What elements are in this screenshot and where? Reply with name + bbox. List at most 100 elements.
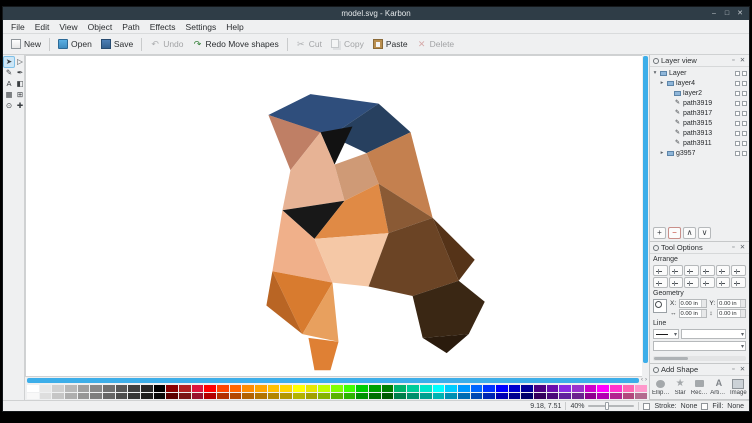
color-swatch[interactable] <box>128 385 140 392</box>
edit-shapes-tool[interactable]: ▷ <box>15 57 25 67</box>
align-hcenter-button[interactable] <box>669 265 684 276</box>
color-swatch[interactable] <box>293 385 305 392</box>
pencil-tool[interactable]: ✎ <box>4 68 14 78</box>
color-swatch[interactable] <box>78 393 90 400</box>
color-swatch[interactable] <box>293 393 305 400</box>
color-swatch[interactable] <box>356 385 368 392</box>
color-swatch[interactable] <box>230 393 242 400</box>
canvas-drawing[interactable] <box>26 56 642 376</box>
color-swatch[interactable] <box>483 385 495 392</box>
x-position-spinbox[interactable]: 0.00 in <box>679 299 708 308</box>
color-swatch[interactable] <box>166 385 178 392</box>
select-tool[interactable]: ➤ <box>4 57 14 67</box>
layer-tree-item[interactable]: ▾Layer <box>650 68 749 78</box>
color-swatch[interactable] <box>623 393 635 400</box>
color-swatch[interactable] <box>635 393 647 400</box>
layer-tree-item[interactable]: ✎path3917 <box>650 108 749 118</box>
color-swatch[interactable] <box>344 385 356 392</box>
expander-icon[interactable]: ▾ <box>652 70 658 76</box>
open-folder-button[interactable]: Open <box>54 37 96 51</box>
color-swatch[interactable] <box>382 385 394 392</box>
color-swatch[interactable] <box>394 393 406 400</box>
lock-toggle[interactable] <box>742 71 747 76</box>
pattern-tool[interactable]: ▦ <box>4 90 14 100</box>
distribute-hcenter-button[interactable] <box>669 277 684 288</box>
color-swatch[interactable] <box>433 385 445 392</box>
color-swatch[interactable] <box>496 393 508 400</box>
height-spinbox[interactable]: 0.00 in <box>717 309 746 318</box>
raise-layer-button[interactable]: ∧ <box>683 227 696 239</box>
new-document-button[interactable]: New <box>7 37 45 51</box>
color-swatch[interactable] <box>356 393 368 400</box>
color-swatch[interactable] <box>509 393 521 400</box>
lock-toggle[interactable] <box>742 121 747 126</box>
layer-tree-item[interactable]: ▸layer4 <box>650 78 749 88</box>
gradient-tool[interactable]: ◧ <box>15 79 25 89</box>
color-swatch[interactable] <box>192 393 204 400</box>
color-swatch[interactable] <box>40 393 52 400</box>
menu-settings[interactable]: Settings <box>181 20 222 34</box>
color-swatch[interactable] <box>255 393 267 400</box>
lock-toggle[interactable] <box>742 111 747 116</box>
visibility-toggle[interactable] <box>735 151 740 156</box>
color-swatch[interactable] <box>458 385 470 392</box>
float-panel-icon[interactable]: ▫ <box>730 364 737 376</box>
color-swatch[interactable] <box>217 393 229 400</box>
color-swatch[interactable] <box>242 393 254 400</box>
color-swatch[interactable] <box>369 393 381 400</box>
color-swatch[interactable] <box>458 393 470 400</box>
close-panel-icon[interactable]: ✕ <box>739 364 746 376</box>
close-panel-icon[interactable]: ✕ <box>739 55 746 67</box>
color-swatch[interactable] <box>623 385 635 392</box>
color-swatch[interactable] <box>572 393 584 400</box>
lock-toggle[interactable] <box>742 91 747 96</box>
delete-layer-button[interactable]: − <box>668 227 681 239</box>
lock-toggle[interactable] <box>742 151 747 156</box>
redo-button[interactable]: ↷Redo Move shapes <box>189 37 283 51</box>
align-right-button[interactable] <box>684 265 699 276</box>
color-swatch[interactable] <box>382 393 394 400</box>
color-swatch[interactable] <box>268 385 280 392</box>
add-rectangle-shape[interactable]: Rectan... <box>691 378 708 396</box>
visibility-toggle[interactable] <box>735 91 740 96</box>
color-swatch[interactable] <box>52 393 64 400</box>
color-swatch[interactable] <box>280 393 292 400</box>
distribute-right-button[interactable] <box>684 277 699 288</box>
color-swatch[interactable] <box>559 385 571 392</box>
color-swatch[interactable] <box>204 393 216 400</box>
color-swatch[interactable] <box>610 385 622 392</box>
pan-tool[interactable]: ✚ <box>15 101 25 111</box>
color-swatch[interactable] <box>217 385 229 392</box>
distribute-top-button[interactable] <box>700 277 715 288</box>
titlebar[interactable]: model.svg - Karbon <box>3 7 749 20</box>
color-swatch[interactable] <box>433 393 445 400</box>
menu-path[interactable]: Path <box>117 20 145 34</box>
color-swatch[interactable] <box>407 385 419 392</box>
color-swatch[interactable] <box>318 385 330 392</box>
layer-tree-item[interactable]: ▸g3957 <box>650 148 749 158</box>
drawing-polygon[interactable] <box>308 338 338 370</box>
color-swatch[interactable] <box>27 385 39 392</box>
align-vcenter-button[interactable] <box>716 265 731 276</box>
color-swatch[interactable] <box>547 393 559 400</box>
color-swatch[interactable] <box>572 385 584 392</box>
add-layer-button[interactable]: + <box>653 227 666 239</box>
color-swatch[interactable] <box>116 385 128 392</box>
canvas[interactable] <box>25 55 642 377</box>
measure-tool[interactable]: ⊞ <box>15 90 25 100</box>
color-swatch[interactable] <box>230 385 242 392</box>
add-artistic-text-shape[interactable]: AArtistic... <box>710 378 727 396</box>
color-swatch[interactable] <box>280 385 292 392</box>
color-swatch[interactable] <box>166 393 178 400</box>
add-image-shape[interactable]: Image <box>730 378 747 396</box>
color-swatch[interactable] <box>40 385 52 392</box>
color-swatch[interactable] <box>204 385 216 392</box>
lock-toggle[interactable] <box>742 141 747 146</box>
color-swatch[interactable] <box>154 385 166 392</box>
color-swatch[interactable] <box>103 385 115 392</box>
color-swatch[interactable] <box>103 393 115 400</box>
y-position-spinbox[interactable]: 0.00 in <box>717 299 746 308</box>
lock-toggle[interactable] <box>742 101 747 106</box>
color-swatch[interactable] <box>179 385 191 392</box>
color-swatch[interactable] <box>496 385 508 392</box>
